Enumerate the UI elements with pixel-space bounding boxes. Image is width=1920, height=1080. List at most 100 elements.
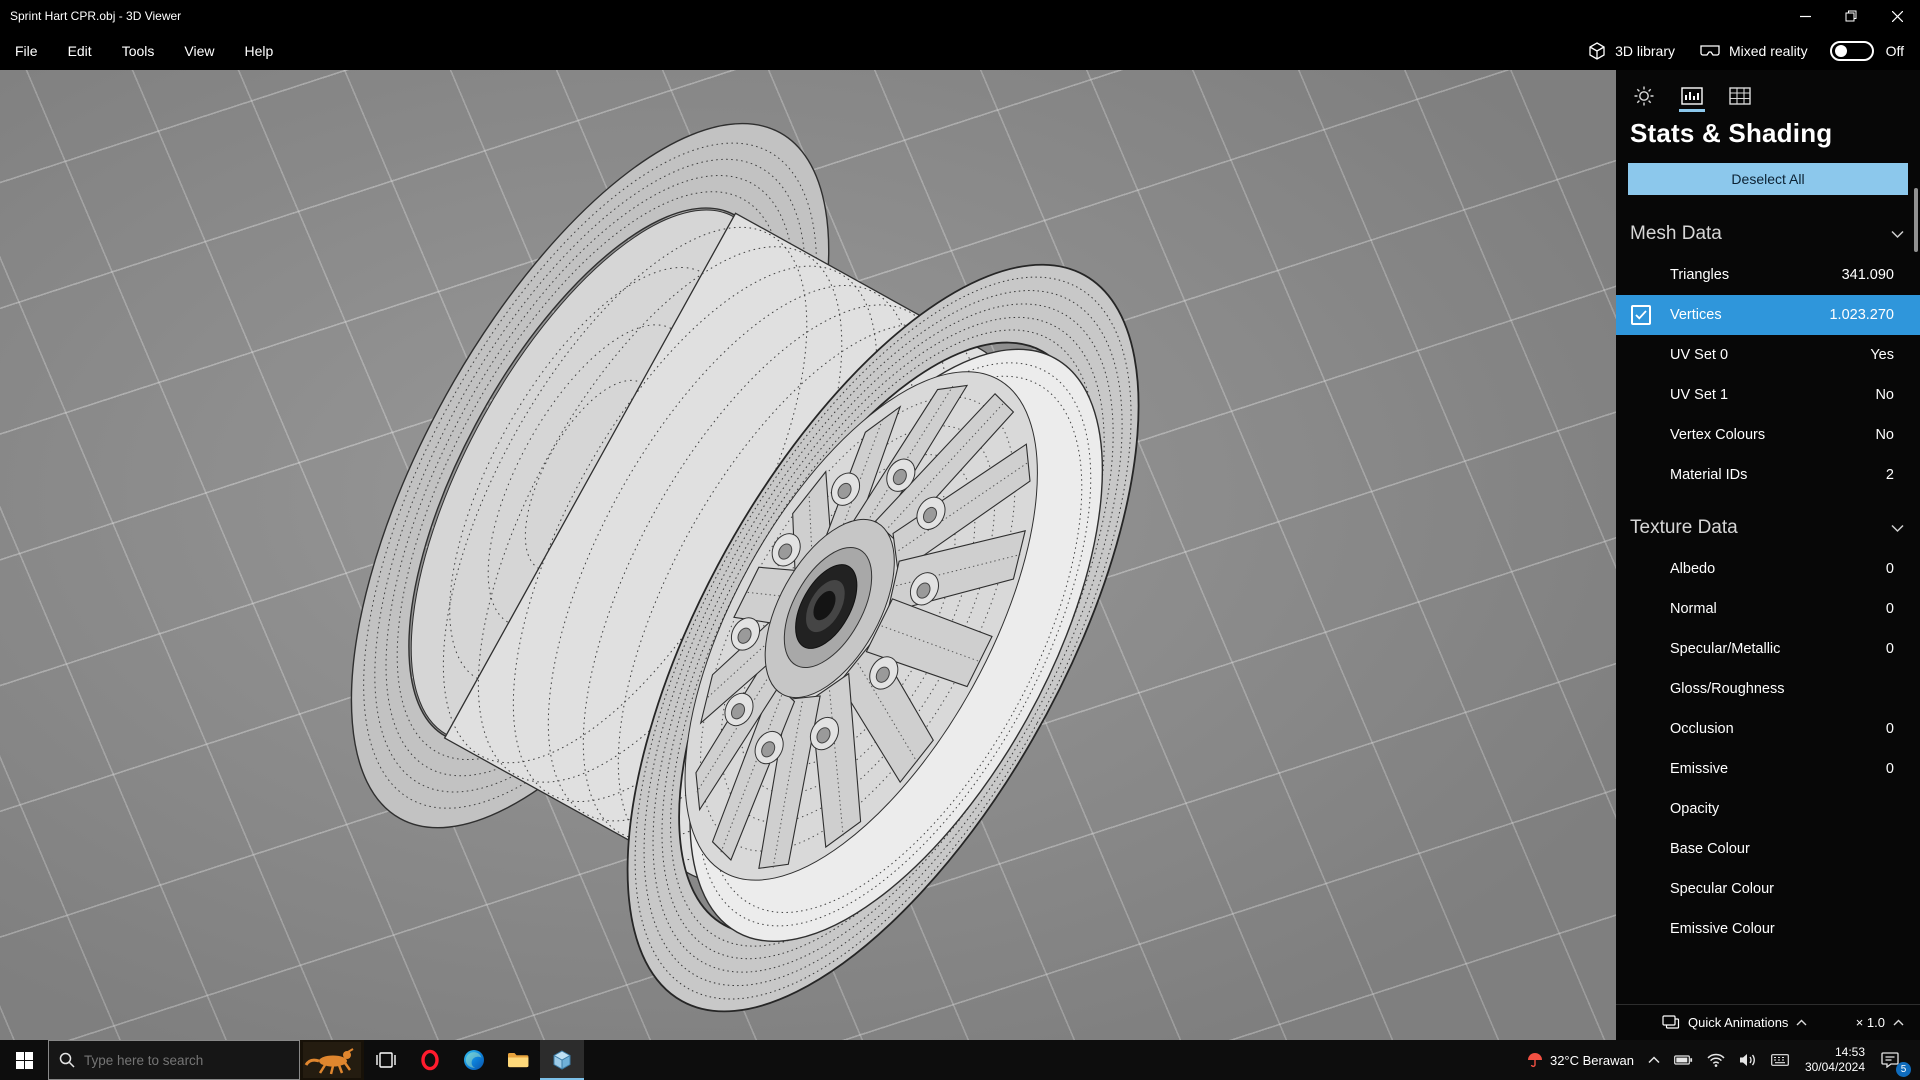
window-controls [1782,0,1920,32]
stat-row-normal[interactable]: Normal 0 [1616,589,1920,629]
stat-value: 341.090 [1841,267,1894,283]
3d-library-button[interactable]: 3D library [1581,37,1681,65]
battery-status[interactable] [1667,1040,1700,1080]
restore-icon [1845,10,1857,22]
stat-value: 1.023.270 [1829,307,1894,323]
section-header-mesh-data[interactable]: Mesh Data [1616,201,1920,255]
tab-lighting[interactable] [1626,80,1662,112]
table-grid-icon [1729,87,1751,105]
chevron-up-icon [1796,1019,1807,1026]
notification-badge: 5 [1896,1062,1911,1077]
stat-label: Specular/Metallic [1670,641,1781,657]
stat-row-opacity[interactable]: Opacity [1616,789,1920,829]
stat-row-albedo[interactable]: Albedo 0 [1616,549,1920,589]
menu-edit[interactable]: Edit [53,32,107,70]
row-checkbox[interactable] [1631,305,1651,325]
file-explorer-button[interactable] [496,1040,540,1080]
stat-row-vertices[interactable]: Vertices 1.023.270 [1616,295,1920,335]
menu-view[interactable]: View [169,32,229,70]
stat-row-material-ids[interactable]: Material IDs 2 [1616,455,1920,495]
panel-footer: Quick Animations × 1.0 [1616,1004,1920,1040]
stat-label: Gloss/Roughness [1670,681,1785,697]
close-icon [1891,10,1903,22]
tab-stats[interactable] [1674,80,1710,112]
hidden-icons-button[interactable] [1641,1040,1667,1080]
battery-icon [1674,1055,1693,1065]
volume-control[interactable] [1732,1040,1764,1080]
wifi-icon [1707,1053,1725,1067]
menu-file[interactable]: File [0,32,53,70]
stat-row-emissive[interactable]: Emissive 0 [1616,749,1920,789]
3d-viewport[interactable] [0,70,1616,1040]
stat-label: Occlusion [1670,721,1734,737]
tab-grid[interactable] [1722,80,1758,112]
window-title: Sprint Hart CPR.obj - 3D Viewer [10,9,182,23]
chevron-down-icon [1891,230,1904,238]
stats-chart-icon [1681,87,1703,105]
news-widget-cheetah-image[interactable] [300,1040,364,1080]
stat-row-emissive-colour[interactable]: Emissive Colour [1616,909,1920,949]
3d-viewer-window: Sprint Hart CPR.obj - 3D Viewer File Edit… [0,0,1920,1080]
section-title: Mesh Data [1630,223,1722,244]
stat-value: 0 [1885,761,1894,777]
panel-title: Stats & Shading [1630,118,1833,148]
edge-browser-button[interactable] [452,1040,496,1080]
mixed-reality-button[interactable]: Mixed reality [1693,39,1814,63]
stat-row-vertex-colours[interactable]: Vertex Colours No [1616,415,1920,455]
menu-tools[interactable]: Tools [107,32,170,70]
start-button[interactable] [0,1040,48,1080]
sun-icon [1634,86,1654,106]
stat-label: Specular Colour [1670,881,1774,897]
task-view-button[interactable] [364,1040,408,1080]
network-status[interactable] [1700,1040,1732,1080]
weather-label: 32°C Berawan [1549,1052,1634,1068]
restore-button[interactable] [1828,0,1874,32]
stat-row-uv-set-0[interactable]: UV Set 0 Yes [1616,335,1920,375]
menu-help[interactable]: Help [229,32,288,70]
touch-keyboard-button[interactable] [1764,1040,1796,1080]
stat-label: Material IDs [1670,467,1748,483]
taskbar-search[interactable] [48,1040,300,1080]
panel-scrollbar[interactable] [1914,188,1918,252]
wheel-model [350,122,1140,1013]
opera-icon [421,1049,439,1071]
3d-viewer-app-button[interactable] [540,1040,584,1080]
opera-browser-button[interactable] [408,1040,452,1080]
stat-value: 2 [1885,467,1894,483]
3d-library-label: 3D library [1615,43,1675,59]
stat-row-uv-set-1[interactable]: UV Set 1 No [1616,375,1920,415]
3d-viewer-cube-icon [553,1050,571,1070]
taskbar-clock[interactable]: 14:53 30/04/2024 [1796,1040,1874,1080]
menubar: File Edit Tools View Help 3D library Mixed r… [0,32,1920,70]
chevron-up-icon [1893,1019,1904,1026]
mixed-reality-toggle[interactable] [1829,41,1874,61]
quick-animations-button[interactable]: Quick Animations [1662,1015,1807,1030]
mixed-reality-label: Mixed reality [1728,43,1808,59]
stat-row-triangles[interactable]: Triangles 341.090 [1616,255,1920,295]
stat-value: 0 [1885,601,1894,617]
animation-speed-button[interactable]: × 1.0 [1856,1015,1904,1030]
minimize-button[interactable] [1782,0,1828,32]
stat-row-specular-colour[interactable]: Specular Colour [1616,869,1920,909]
deselect-all-button[interactable]: Deselect All [1628,163,1908,195]
taskbar-spacer [584,1040,1520,1080]
stat-label: Albedo [1670,561,1716,577]
action-center-button[interactable]: 5 [1874,1040,1911,1080]
stat-row-occlusion[interactable]: Occlusion 0 [1616,709,1920,749]
stat-value: No [1875,387,1894,403]
stat-row-specular-metallic[interactable]: Specular/Metallic 0 [1616,629,1920,669]
stat-row-gloss-roughness[interactable]: Gloss/Roughness [1616,669,1920,709]
weather-widget[interactable]: 32°C Berawan [1520,1040,1641,1080]
folder-icon [508,1053,529,1068]
stat-label: Base Colour [1670,841,1750,857]
close-button[interactable] [1874,0,1920,32]
stats-panel: Stats & Shading Deselect All Mesh Data Tr… [1616,70,1920,1040]
stat-value: Yes [1870,347,1894,363]
cube-icon [1589,42,1605,60]
check-icon [1635,310,1647,320]
section-header-texture-data[interactable]: Texture Data [1616,495,1920,549]
taskbar: 32°C Berawan 14:53 30/04/2024 [0,1040,1920,1080]
stat-row-base-colour[interactable]: Base Colour [1616,829,1920,869]
toggle-knob [1834,45,1847,57]
search-input[interactable] [84,1052,289,1068]
